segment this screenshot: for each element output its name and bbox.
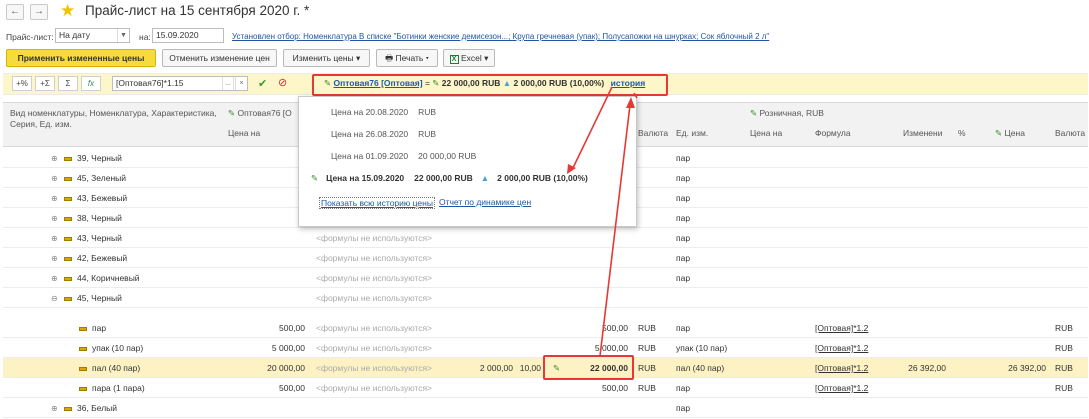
- arrow-to-current-line: [571, 86, 613, 171]
- annotation-arrows: [567, 86, 638, 357]
- arrow-connector: [633, 92, 638, 99]
- arrow-to-history-line: [599, 104, 631, 357]
- arrow-to-history-head: [626, 97, 635, 108]
